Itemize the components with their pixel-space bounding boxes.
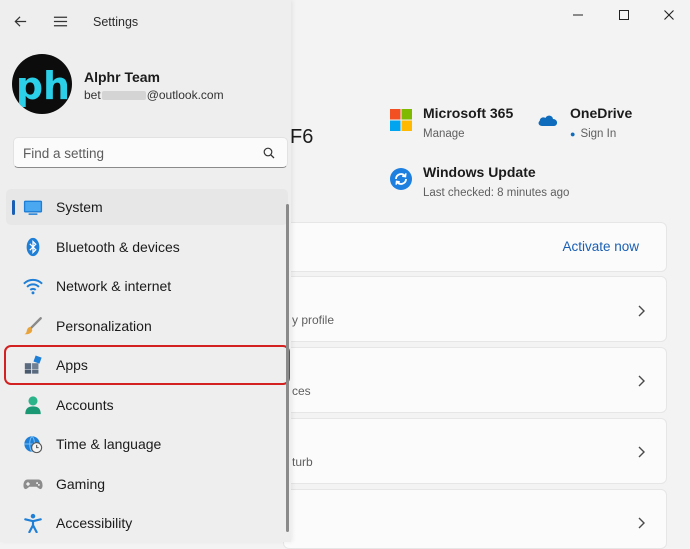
person-icon xyxy=(22,394,44,416)
accessibility-icon xyxy=(22,512,44,534)
sidebar-item-personalization[interactable]: Personalization xyxy=(6,308,288,344)
service-title: OneDrive xyxy=(570,105,633,121)
sidebar-item-label: Apps xyxy=(56,357,88,373)
email-redaction xyxy=(101,91,146,101)
device-name: F6 xyxy=(290,126,314,148)
nav-list: System Bluetooth & devices Network & int… xyxy=(4,189,290,545)
avatar-logo-icon: ph xyxy=(16,64,70,108)
back-arrow-icon xyxy=(13,15,26,27)
system-icon xyxy=(22,196,44,218)
sidebar-item-label: System xyxy=(56,199,103,215)
status-dot-icon: ● xyxy=(570,129,576,139)
service-title: Microsoft 365 xyxy=(423,105,514,121)
cloud-icon xyxy=(538,115,558,126)
sidebar-item-label: Accounts xyxy=(56,396,114,413)
chevron-right-icon xyxy=(638,446,645,458)
sidebar-item-network-internet[interactable]: Network & internet xyxy=(6,268,288,304)
sidebar-item-accessibility[interactable]: Accessibility xyxy=(6,505,288,541)
microsoft-logo-icon xyxy=(390,109,412,131)
settings-window: F6 Microsoft 365 Manage OneDrive ● Sign I… xyxy=(0,0,690,549)
globe-clock-icon xyxy=(22,433,44,455)
minimize-icon xyxy=(573,14,583,16)
chevron-right-icon xyxy=(638,305,645,317)
wifi-icon xyxy=(22,275,44,297)
sidebar-item-bluetooth-devices[interactable]: Bluetooth & devices xyxy=(6,229,288,265)
apps-icon xyxy=(22,354,44,376)
settings-card[interactable] xyxy=(283,489,667,549)
sidebar-item-label: Network & internet xyxy=(56,278,172,294)
close-button[interactable] xyxy=(657,6,681,24)
service-microsoft-365[interactable]: Microsoft 365 Manage xyxy=(389,104,513,143)
sidebar-item-label: Accessibility xyxy=(56,515,133,531)
search-icon[interactable] xyxy=(263,147,275,159)
bluetooth-icon xyxy=(22,236,44,258)
sidebar-item-label: Time & language xyxy=(56,436,162,452)
activate-now-link[interactable]: Activate now xyxy=(562,239,639,254)
sidebar-item-label: Personalization xyxy=(56,317,152,334)
update-icon xyxy=(390,168,412,190)
sidebar-item-label: Bluetooth & devices xyxy=(56,238,180,255)
nav-scrollbar[interactable] xyxy=(286,204,289,532)
service-subtitle: Last checked: 8 minutes ago xyxy=(423,187,570,199)
email-prefix: bet xyxy=(84,88,101,102)
back-button[interactable] xyxy=(10,11,30,31)
search-box[interactable] xyxy=(13,137,288,168)
minimize-button[interactable] xyxy=(566,6,590,24)
selection-indicator xyxy=(12,200,15,215)
service-title: Windows Update xyxy=(423,164,536,180)
sidebar-item-accounts[interactable]: Accounts xyxy=(6,387,288,423)
email-suffix: @outlook.com xyxy=(146,88,224,102)
avatar[interactable]: ph xyxy=(12,54,72,114)
hamburger-menu-icon xyxy=(53,16,67,26)
card-subtitle: y profile xyxy=(292,313,335,327)
close-icon xyxy=(664,10,674,20)
chevron-right-icon xyxy=(638,375,645,387)
maximize-icon xyxy=(619,10,629,20)
menu-button[interactable] xyxy=(50,11,70,31)
card-subtitle: ces xyxy=(292,384,311,398)
sidebar-item-apps[interactable]: Apps xyxy=(4,345,290,385)
card-subtitle: turb xyxy=(292,455,313,469)
gamepad-icon xyxy=(22,473,44,495)
chevron-right-icon xyxy=(638,517,645,529)
user-name: Alphr Team xyxy=(84,69,160,85)
user-email: bet @outlook.com xyxy=(84,88,224,102)
title-bar: Settings xyxy=(0,0,291,44)
brush-icon xyxy=(22,315,44,337)
avatar-letters: ph xyxy=(16,64,70,108)
service-windows-update[interactable]: Windows Update Last checked: 8 minutes a… xyxy=(389,163,569,202)
navigation-pane: Settings ph Alphr Team bet @outlook.com S… xyxy=(0,0,291,542)
sidebar-item-label: Gaming xyxy=(56,475,106,492)
settings-card[interactable]: y profile xyxy=(283,276,667,342)
service-subtitle-text: Sign In xyxy=(580,128,617,140)
sidebar-item-time-language[interactable]: Time & language xyxy=(6,426,288,462)
search-input[interactable] xyxy=(23,144,253,162)
sidebar-item-gaming[interactable]: Gaming xyxy=(6,466,288,502)
activation-card: Activate now xyxy=(283,222,667,272)
service-subtitle[interactable]: ● Sign In xyxy=(570,125,632,143)
service-onedrive[interactable]: OneDrive ● Sign In xyxy=(536,104,632,143)
service-subtitle[interactable]: Manage xyxy=(423,125,513,143)
maximize-button[interactable] xyxy=(612,6,636,24)
settings-card[interactable]: turb xyxy=(283,418,667,484)
settings-card[interactable]: ces xyxy=(283,347,667,413)
app-title: Settings xyxy=(93,15,139,29)
sidebar-item-system[interactable]: System xyxy=(6,189,288,225)
